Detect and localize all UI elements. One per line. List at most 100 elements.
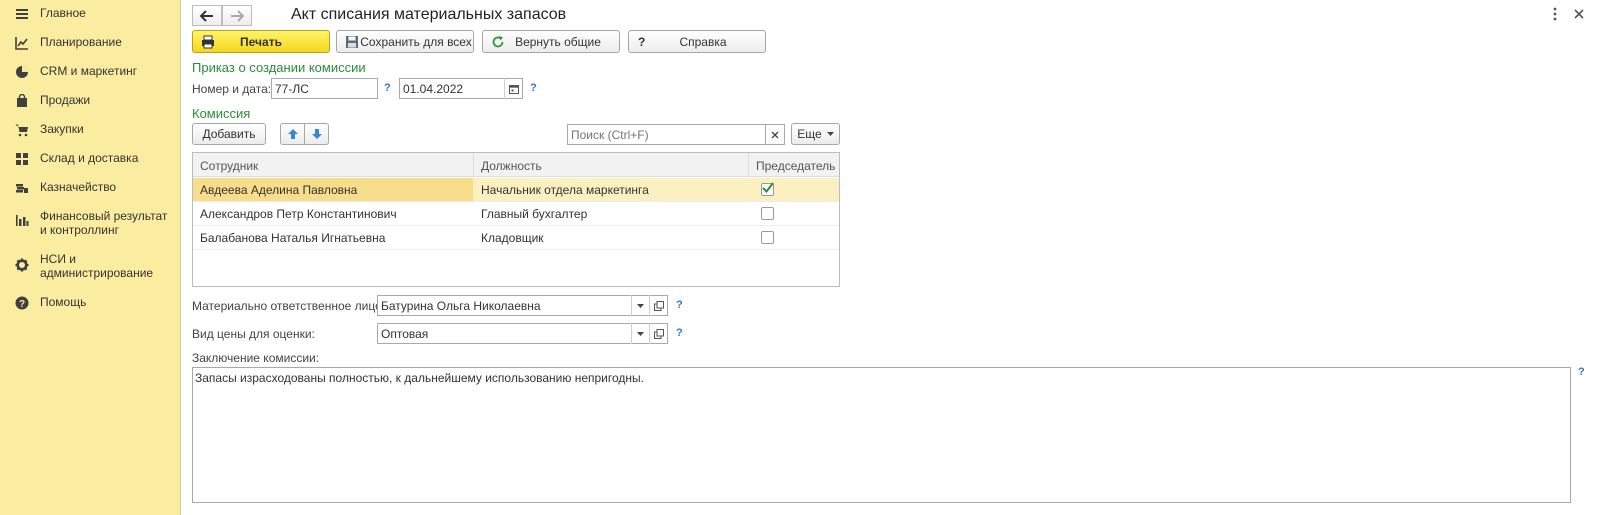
more-actions-button[interactable]: Еще — [791, 123, 840, 145]
print-button-label: Печать — [240, 34, 282, 49]
calendar-button[interactable] — [504, 78, 522, 99]
table-row[interactable]: Балабанова Наталья Игнатьевна Кладовщик — [193, 226, 839, 250]
chairman-checkbox[interactable] — [761, 182, 774, 196]
clear-search-button[interactable] — [766, 124, 785, 145]
chart-line-icon — [15, 36, 29, 50]
restore-defaults-button[interactable]: Вернуть общие — [482, 30, 620, 53]
sidebar-item-purchases[interactable]: Закупки — [0, 122, 181, 137]
order-date-help[interactable]: ? — [530, 82, 537, 94]
table-row[interactable]: Авдеева Аделина Павловна Начальник отдел… — [193, 178, 839, 202]
coins-icon — [15, 181, 29, 195]
column-divider — [748, 153, 749, 177]
column-position[interactable]: Должность — [481, 159, 542, 173]
responsible-person-value: Батурина Ольга Николаевна — [381, 299, 541, 313]
save-for-all-button[interactable]: Сохранить для всех — [336, 30, 474, 53]
table-row[interactable]: Александров Петр Константинович Главный … — [193, 202, 839, 226]
sidebar-item-help[interactable]: ? Помощь — [0, 295, 181, 310]
save-icon — [346, 36, 358, 48]
order-date-input[interactable]: 01.04.2022 — [399, 78, 523, 99]
order-number-input[interactable]: 77-ЛС — [271, 78, 378, 99]
conclusion-textarea[interactable]: Запасы израсходованы полностью, к дальне… — [192, 367, 1571, 503]
grid-icon — [15, 152, 29, 166]
back-button[interactable] — [192, 5, 222, 26]
commission-table: Сотрудник Должность Председатель Авдеева… — [192, 152, 840, 287]
close-icon[interactable] — [1572, 7, 1586, 21]
row-employee: Балабанова Наталья Игнатьевна — [200, 231, 386, 245]
move-down-button[interactable] — [304, 123, 329, 145]
checkmark-icon — [762, 182, 774, 194]
sidebar-item-label: Финансовый результат и контроллинг — [40, 209, 168, 237]
more-actions-label: Еще — [797, 127, 822, 141]
sidebar-item-finance[interactable]: Финансовый результат и контроллинг — [0, 209, 181, 237]
sidebar: Главное Планирование CRM и маркетинг Про… — [0, 0, 181, 515]
row-employee: Авдеева Аделина Павловна — [200, 183, 358, 197]
printer-icon — [202, 35, 214, 49]
price-type-input[interactable]: Оптовая — [377, 323, 668, 344]
menu-icon — [15, 7, 29, 21]
row-employee: Александров Петр Константинович — [200, 207, 397, 221]
sidebar-item-planning[interactable]: Планирование — [0, 35, 181, 50]
help-icon: ? — [15, 296, 29, 310]
forward-button[interactable] — [222, 5, 252, 26]
help-button[interactable]: ? Справка — [628, 30, 766, 53]
add-row-button[interactable]: Добавить — [192, 123, 266, 145]
question-mark-icon: ? — [638, 35, 646, 49]
sidebar-item-label: НСИ и администрирование — [40, 252, 154, 280]
sidebar-item-sales[interactable]: Продажи — [0, 93, 181, 108]
responsible-dropdown-button[interactable] — [631, 295, 649, 316]
search-input[interactable] — [567, 124, 766, 145]
more-vertical-icon[interactable] — [1549, 6, 1561, 22]
price-type-open-button[interactable] — [649, 323, 667, 344]
sidebar-item-label: Планирование — [40, 35, 122, 49]
row-position: Начальник отдела маркетинга — [481, 183, 649, 197]
commission-section-title: Комиссия — [192, 106, 251, 121]
sidebar-item-crm[interactable]: CRM и маркетинг — [0, 64, 181, 79]
table-header: Сотрудник Должность Председатель — [193, 153, 839, 177]
arrow-left-icon — [200, 9, 213, 22]
page-title: Акт списания материальных запасов — [291, 6, 567, 23]
conclusion-label: Заключение комиссии: — [192, 351, 320, 365]
print-button[interactable]: Печать — [192, 30, 330, 53]
sidebar-item-warehouse[interactable]: Склад и доставка — [0, 151, 181, 166]
open-form-icon — [653, 300, 664, 311]
price-type-value: Оптовая — [381, 327, 429, 341]
price-type-dropdown-button[interactable] — [631, 323, 649, 344]
gear-icon — [15, 258, 29, 272]
sidebar-item-label: Закупки — [40, 122, 84, 136]
responsible-help[interactable]: ? — [676, 299, 683, 311]
chairman-checkbox[interactable] — [761, 231, 774, 244]
bag-icon — [15, 94, 29, 108]
open-form-icon — [653, 328, 664, 339]
chevron-down-icon — [637, 331, 644, 336]
sidebar-item-label: Помощь — [40, 295, 87, 309]
row-position: Кладовщик — [481, 231, 544, 245]
number-date-label: Номер и дата: — [192, 82, 272, 96]
sidebar-item-admin[interactable]: НСИ и администрирование — [0, 252, 181, 280]
close-icon — [771, 131, 779, 138]
order-section-title: Приказ о создании комиссии — [192, 60, 366, 75]
calendar-icon — [508, 84, 519, 94]
column-divider — [473, 153, 474, 177]
sidebar-item-treasury[interactable]: Казначейство — [0, 180, 181, 195]
svg-text:?: ? — [19, 299, 25, 310]
chairman-checkbox[interactable] — [761, 207, 774, 220]
chevron-down-icon — [826, 132, 834, 136]
refresh-icon — [492, 35, 504, 48]
pie-icon — [15, 65, 29, 79]
row-position: Главный бухгалтер — [481, 207, 588, 221]
sidebar-item-main[interactable]: Главное — [0, 6, 181, 21]
price-type-help[interactable]: ? — [676, 327, 683, 339]
conclusion-help[interactable]: ? — [1578, 366, 1585, 378]
arrow-down-icon — [311, 129, 322, 139]
column-employee[interactable]: Сотрудник — [200, 159, 258, 173]
responsible-person-input[interactable]: Батурина Ольга Николаевна — [377, 295, 668, 316]
column-chairman[interactable]: Председатель — [756, 159, 835, 173]
sidebar-item-label: Продажи — [40, 93, 91, 107]
help-button-label: Справка — [679, 34, 727, 49]
move-up-button[interactable] — [280, 123, 305, 145]
add-row-label: Добавить — [202, 127, 256, 141]
price-type-label: Вид цены для оценки: — [192, 327, 315, 341]
cart-icon — [15, 123, 29, 137]
order-number-help[interactable]: ? — [384, 82, 391, 94]
responsible-open-button[interactable] — [649, 295, 667, 316]
